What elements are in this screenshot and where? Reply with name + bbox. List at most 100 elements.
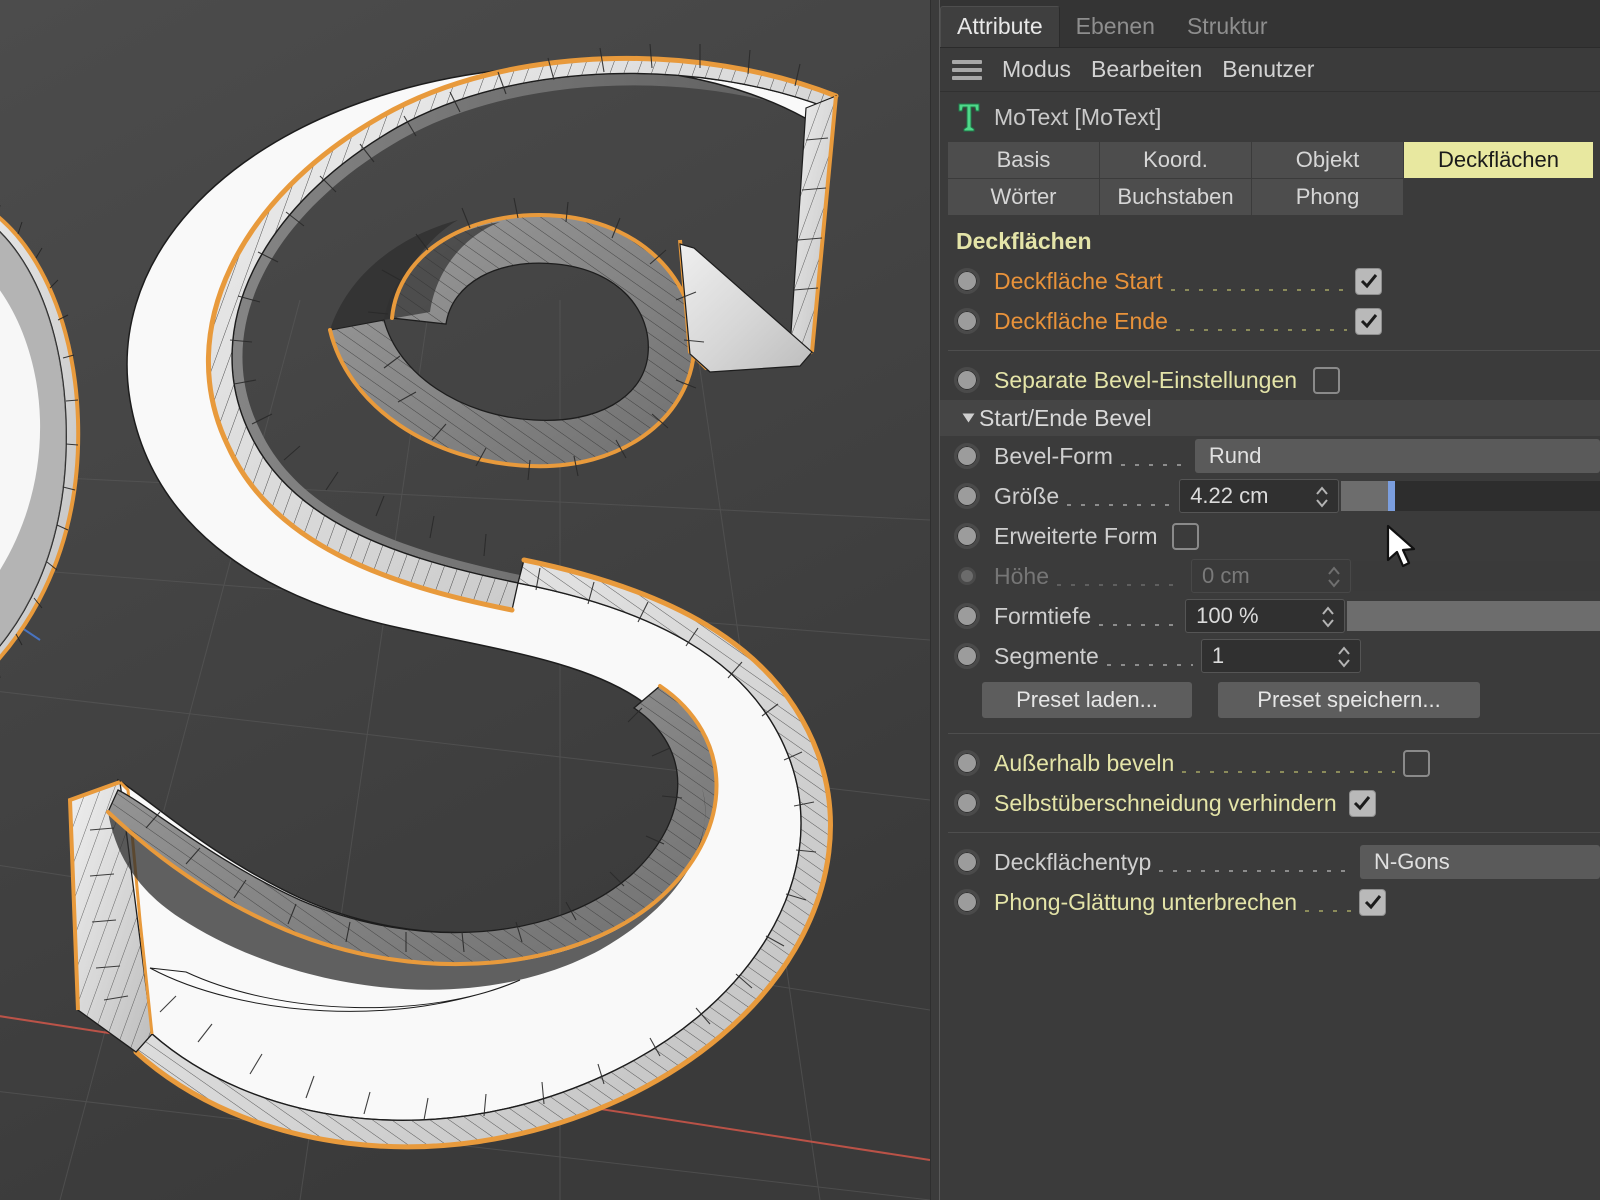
row-deckflaechentyp: Deckflächentyp N-Gons bbox=[940, 842, 1600, 882]
keyframe-dot-icon[interactable] bbox=[954, 483, 980, 509]
keyframe-dot-icon[interactable] bbox=[954, 849, 980, 875]
spinner-icon[interactable] bbox=[1314, 484, 1330, 510]
value-formtiefe: 100 % bbox=[1186, 603, 1258, 629]
leader-dots bbox=[1099, 624, 1177, 626]
ptab-woerter[interactable]: Wörter bbox=[948, 179, 1100, 216]
ptab-koord[interactable]: Koord. bbox=[1100, 142, 1252, 179]
spinner-icon[interactable] bbox=[1336, 644, 1352, 670]
value-groesse: 4.22 cm bbox=[1180, 483, 1268, 509]
check-icon bbox=[1359, 271, 1379, 291]
ptab-deckflaechen[interactable]: Deckflächen bbox=[1404, 142, 1594, 179]
dropdown-bevel-form[interactable]: Rund bbox=[1195, 439, 1600, 473]
leader-dots bbox=[1305, 910, 1351, 912]
viewport-3d[interactable] bbox=[0, 0, 930, 1200]
property-tabs: Basis Koord. Objekt Deckflächen Wörter B… bbox=[940, 142, 1600, 216]
row-separate-bevel: Separate Bevel-Einstellungen bbox=[940, 360, 1600, 400]
row-selbstueberschneidung: Selbstüberschneidung verhindern bbox=[940, 783, 1600, 823]
input-formtiefe[interactable]: 100 % bbox=[1185, 599, 1345, 633]
label-formtiefe: Formtiefe bbox=[994, 603, 1091, 630]
property-tab-row-1: Basis Koord. Objekt Deckflächen bbox=[948, 142, 1594, 179]
tab-ebenen[interactable]: Ebenen bbox=[1060, 7, 1171, 47]
row-phong-unterbrechen: Phong-Glättung unterbrechen bbox=[940, 882, 1600, 922]
spinner-icon bbox=[1326, 564, 1342, 590]
leader-dots bbox=[1171, 289, 1347, 291]
ptab-phong[interactable]: Phong bbox=[1252, 179, 1404, 216]
object-name: MoText [MoText] bbox=[994, 104, 1161, 131]
slider-handle[interactable] bbox=[1388, 481, 1395, 511]
menu-bearbeiten[interactable]: Bearbeiten bbox=[1091, 56, 1202, 83]
checkbox-deckflaeche-ende[interactable] bbox=[1355, 308, 1382, 335]
label-deckflaechentyp: Deckflächentyp bbox=[994, 849, 1151, 876]
keyframe-dot-icon[interactable] bbox=[954, 443, 980, 469]
row-formtiefe: Formtiefe 100 % bbox=[940, 596, 1600, 636]
keyframe-dot-icon[interactable] bbox=[954, 523, 980, 549]
checkbox-separate-bevel[interactable] bbox=[1313, 367, 1340, 394]
keyframe-dot-icon[interactable] bbox=[954, 367, 980, 393]
separator bbox=[948, 733, 1600, 734]
leader-dots bbox=[1176, 329, 1347, 331]
label-erweiterte-form: Erweiterte Form bbox=[994, 523, 1158, 550]
row-erweiterte-form: Erweiterte Form bbox=[940, 516, 1600, 556]
keyframe-dot-icon[interactable] bbox=[954, 643, 980, 669]
preset-laden-button[interactable]: Preset laden... bbox=[982, 682, 1192, 718]
row-groesse: Größe 4.22 cm bbox=[940, 476, 1600, 516]
group-start-ende-bevel[interactable]: Start/Ende Bevel bbox=[940, 400, 1600, 436]
check-icon bbox=[1363, 892, 1383, 912]
window-tabs: Attribute Ebenen Struktur bbox=[940, 0, 1600, 48]
leader-dots bbox=[1107, 664, 1193, 666]
preset-buttons: Preset laden... Preset speichern... bbox=[940, 676, 1600, 724]
panel-divider[interactable] bbox=[930, 0, 940, 1200]
ptab-basis[interactable]: Basis bbox=[948, 142, 1100, 179]
hamburger-icon[interactable] bbox=[952, 60, 982, 80]
property-tab-row-2: Wörter Buchstaben Phong bbox=[948, 179, 1594, 216]
checkbox-phong-unterbrechen[interactable] bbox=[1359, 889, 1386, 916]
menu-modus[interactable]: Modus bbox=[1002, 56, 1071, 83]
keyframe-dot-icon bbox=[958, 567, 976, 585]
checkbox-ausserhalb-beveln[interactable] bbox=[1403, 750, 1430, 777]
input-hoehe: 0 cm bbox=[1191, 559, 1351, 593]
attribute-manager: Attribute Ebenen Struktur Modus Bearbeit… bbox=[940, 0, 1600, 1200]
menu-benutzer[interactable]: Benutzer bbox=[1222, 56, 1314, 83]
checkbox-erweiterte-form[interactable] bbox=[1172, 523, 1199, 550]
label-hoehe: Höhe bbox=[994, 563, 1049, 590]
keyframe-dot-icon[interactable] bbox=[954, 889, 980, 915]
attribute-menubar: Modus Bearbeiten Benutzer bbox=[940, 48, 1600, 92]
input-segmente[interactable]: 1 bbox=[1201, 639, 1361, 673]
tab-attribute[interactable]: Attribute bbox=[940, 6, 1060, 47]
checkbox-selbstueberschneidung[interactable] bbox=[1349, 790, 1376, 817]
keyframe-dot-icon[interactable] bbox=[954, 750, 980, 776]
label-ausserhalb-beveln: Außerhalb beveln bbox=[994, 750, 1174, 777]
value-hoehe: 0 cm bbox=[1192, 563, 1250, 589]
keyframe-dot-icon[interactable] bbox=[954, 308, 980, 334]
input-groesse[interactable]: 4.22 cm bbox=[1179, 479, 1339, 513]
label-bevel-form: Bevel-Form bbox=[994, 443, 1113, 470]
label-segmente: Segmente bbox=[994, 643, 1099, 670]
row-deckflaeche-ende: Deckfläche Ende bbox=[940, 301, 1600, 341]
row-segmente: Segmente 1 bbox=[940, 636, 1600, 676]
spinner-icon[interactable] bbox=[1320, 604, 1336, 630]
preset-speichern-button[interactable]: Preset speichern... bbox=[1218, 682, 1480, 718]
label-phong-unterbrechen: Phong-Glättung unterbrechen bbox=[994, 889, 1297, 916]
tab-struktur[interactable]: Struktur bbox=[1171, 7, 1284, 47]
slider-fill bbox=[1341, 481, 1388, 511]
separator bbox=[948, 832, 1600, 833]
dropdown-deckflaechentyp[interactable]: N-Gons bbox=[1360, 845, 1600, 879]
slider-formtiefe[interactable] bbox=[1347, 601, 1600, 631]
keyframe-dot-icon[interactable] bbox=[954, 790, 980, 816]
row-hoehe: Höhe 0 cm bbox=[940, 556, 1600, 596]
object-header: MoText [MoText] bbox=[940, 92, 1600, 142]
leader-dots bbox=[1182, 771, 1395, 773]
ptab-objekt[interactable]: Objekt bbox=[1252, 142, 1404, 179]
slider-groesse[interactable] bbox=[1341, 481, 1600, 511]
keyframe-dot-icon[interactable] bbox=[954, 268, 980, 294]
ptab-buchstaben[interactable]: Buchstaben bbox=[1100, 179, 1252, 216]
checkbox-deckflaeche-start[interactable] bbox=[1355, 268, 1382, 295]
leader-dots bbox=[1121, 464, 1187, 466]
motext-icon bbox=[956, 101, 982, 133]
separator bbox=[948, 350, 1600, 351]
check-icon bbox=[1359, 311, 1379, 331]
leader-dots bbox=[1159, 870, 1352, 872]
label-groesse: Größe bbox=[994, 483, 1059, 510]
chevron-down-icon bbox=[963, 414, 975, 423]
keyframe-dot-icon[interactable] bbox=[954, 603, 980, 629]
